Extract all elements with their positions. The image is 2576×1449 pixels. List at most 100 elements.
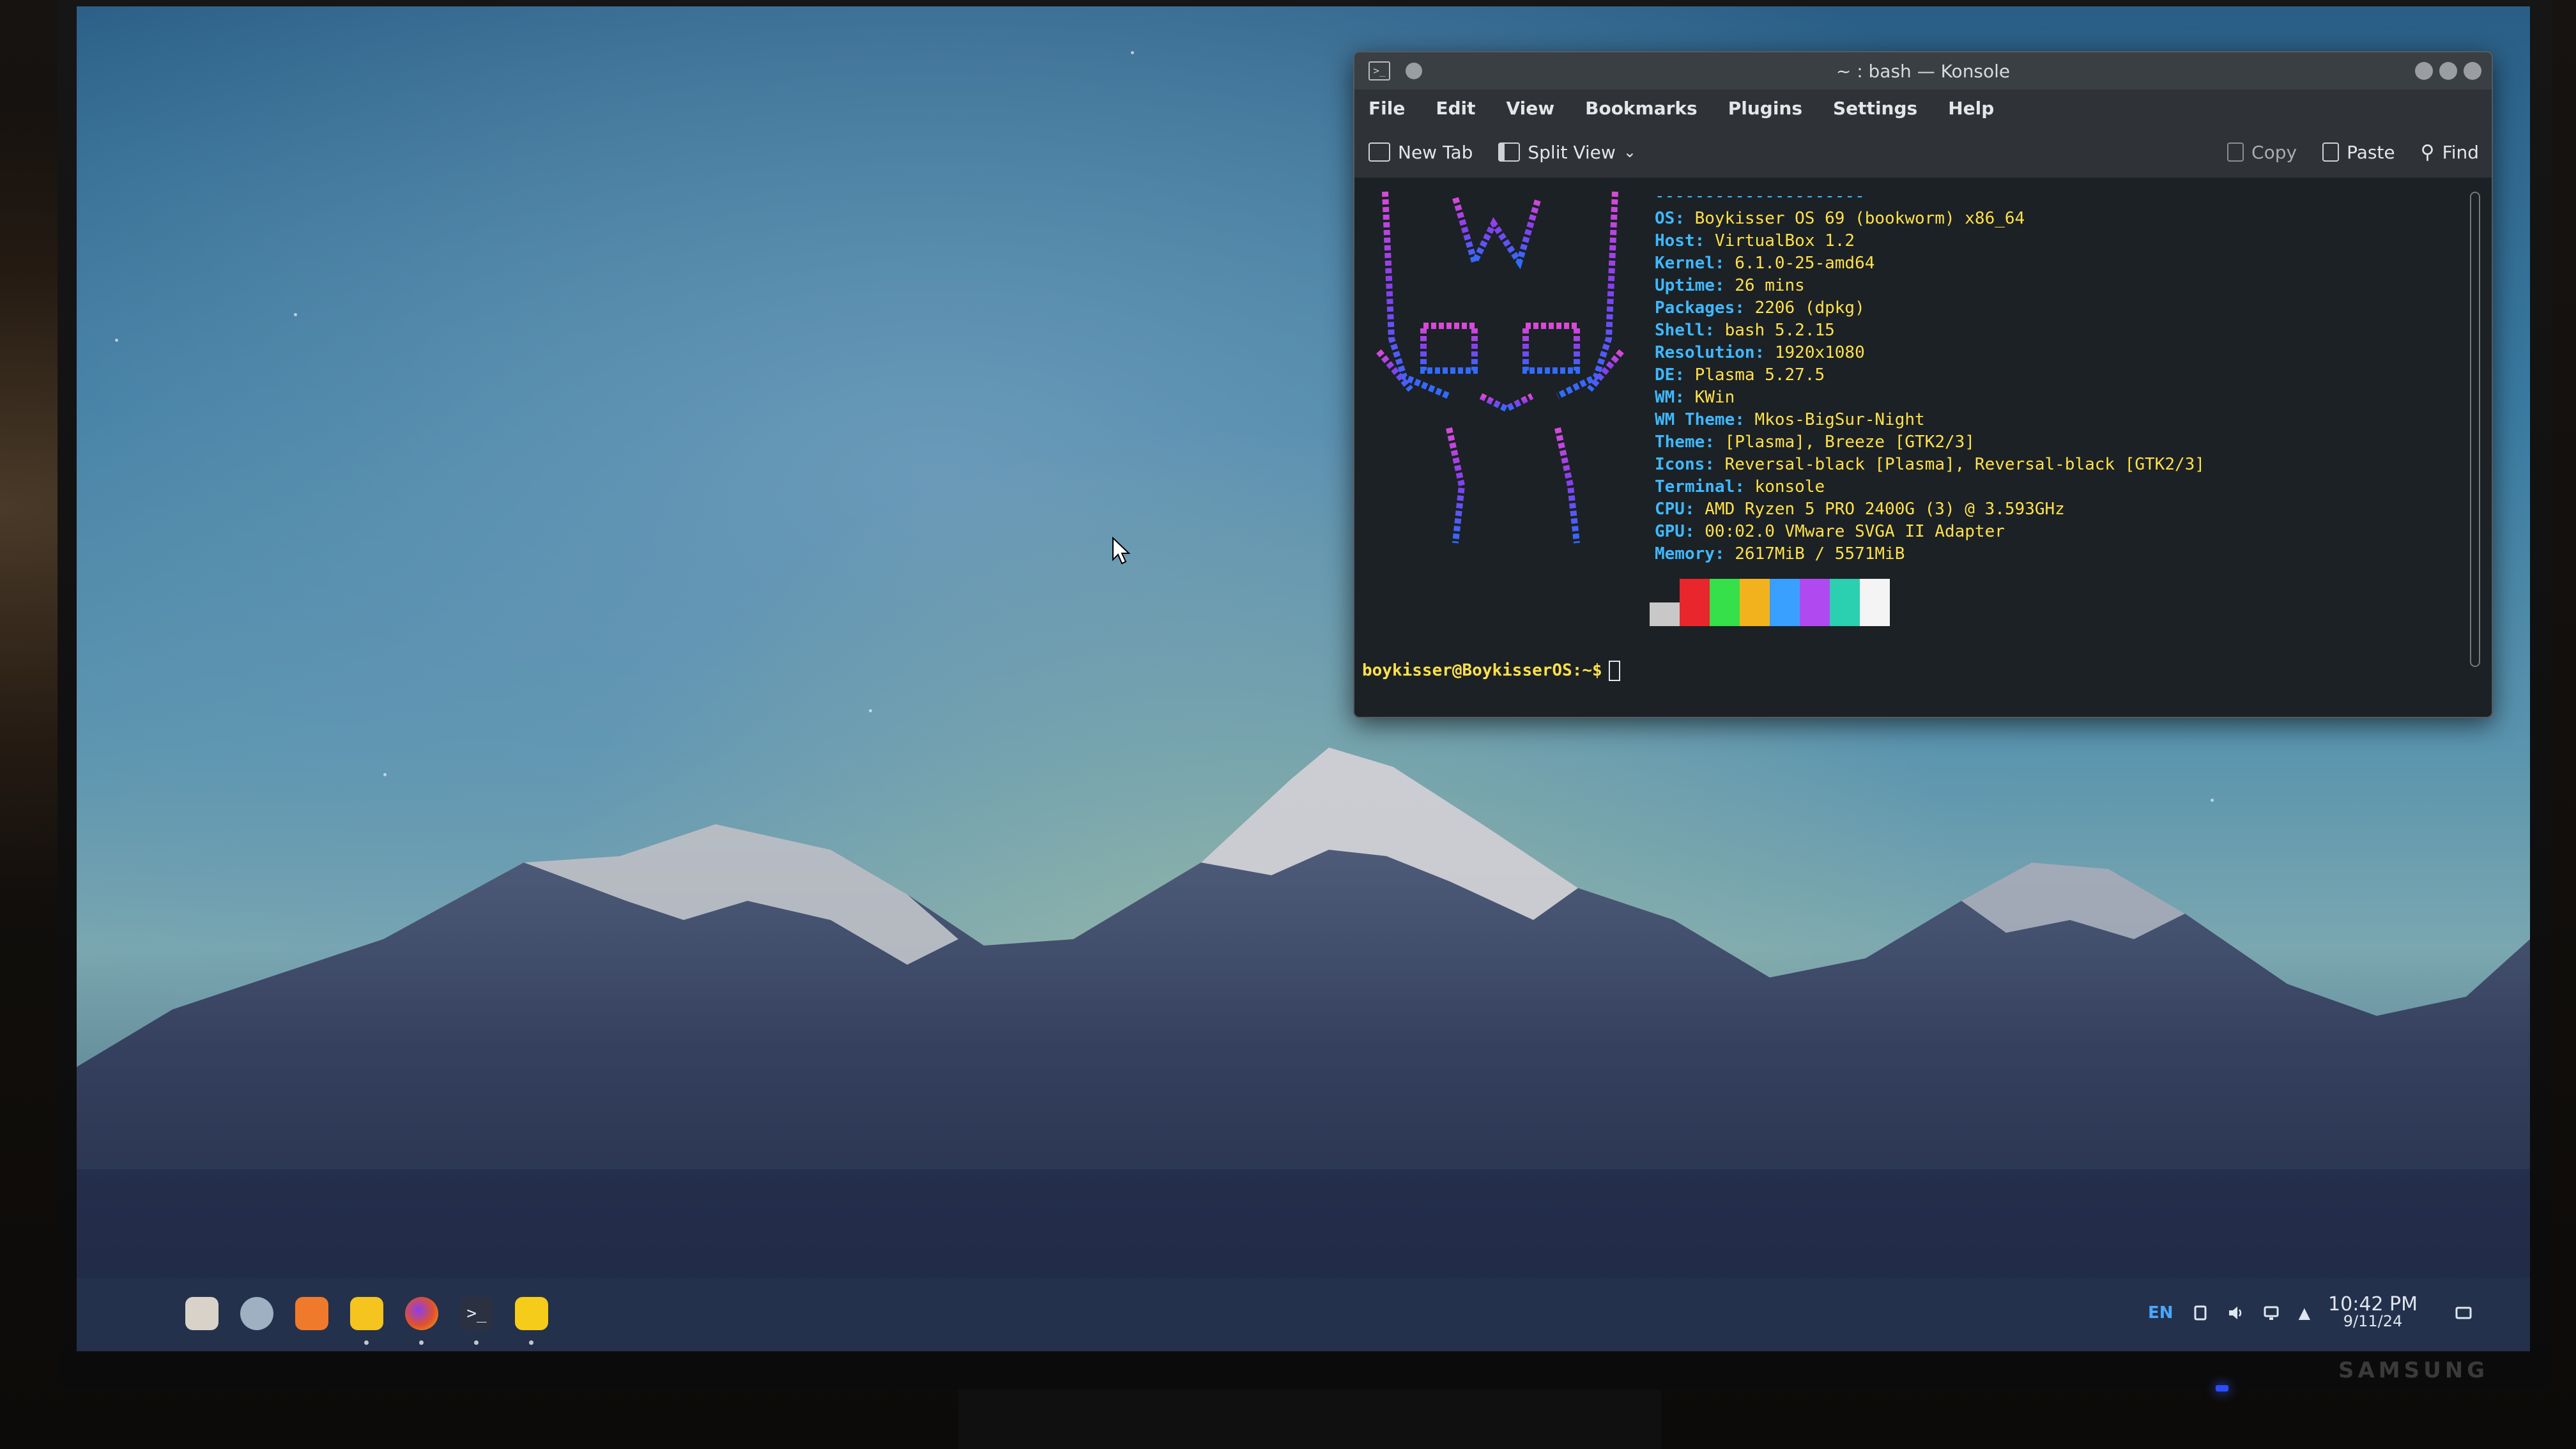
find-button[interactable]: ⚲ Find <box>2421 141 2479 164</box>
info-line: GPU: 00:02.0 VMware SVGA II Adapter <box>1655 521 2205 543</box>
info-colon: : <box>1735 298 1755 318</box>
maximize-button[interactable] <box>2439 62 2457 80</box>
split-view-icon <box>1498 142 1521 162</box>
notes-icon[interactable] <box>515 1297 548 1330</box>
info-colon: : <box>1705 455 1725 474</box>
info-key: Resolution <box>1655 343 1755 362</box>
firefox-icon[interactable] <box>405 1297 438 1330</box>
info-value: VirtualBox 1.2 <box>1714 231 1855 250</box>
window-title: ~ : bash — Konsole <box>1836 60 2011 82</box>
chevron-up-icon[interactable]: ▲ <box>2299 1304 2310 1322</box>
menu-edit[interactable]: Edit <box>1436 98 1475 119</box>
neofetch-info: --------------------- OS: Boykisser OS 69… <box>1655 185 2205 565</box>
split-view-label: Split View <box>1528 141 1616 163</box>
menu-help[interactable]: Help <box>1948 98 1994 119</box>
power-led <box>2216 1385 2228 1392</box>
system-tray: EN ▲ 10:42 PM 9/11/24 <box>2148 1291 2472 1335</box>
discover-store-icon[interactable] <box>295 1297 328 1330</box>
minimize-button[interactable] <box>2415 62 2433 80</box>
paste-button[interactable]: Paste <box>2322 142 2395 163</box>
info-line: WM: KWin <box>1655 387 2205 409</box>
info-line: WM Theme: Mkos-BigSur-Night <box>1655 409 2205 431</box>
star <box>115 339 118 342</box>
info-value: 2206 (dpkg) <box>1754 298 1865 318</box>
info-key: Terminal <box>1655 477 1735 496</box>
info-line: Icons: Reversal-black [Plasma], Reversal… <box>1655 454 2205 476</box>
info-value: 26 mins <box>1735 276 1805 295</box>
info-key: Uptime <box>1655 276 1715 295</box>
keyboard-layout-indicator[interactable]: EN <box>2148 1303 2174 1322</box>
terminal-view[interactable]: --------------------- OS: Boykisser OS 69… <box>1354 178 2492 717</box>
konsole-window[interactable]: >_ ~ : bash — Konsole File Edit View Boo… <box>1353 51 2493 718</box>
info-key: Kernel <box>1655 254 1715 273</box>
info-key: Packages <box>1655 298 1735 318</box>
find-label: Find <box>2442 141 2479 163</box>
toolbar-right: Copy Paste ⚲ Find <box>2227 126 2479 178</box>
paste-icon <box>2322 142 2340 162</box>
running-indicator <box>364 1340 369 1345</box>
info-key: CPU <box>1655 500 1685 519</box>
star <box>1131 51 1134 54</box>
terminal-icon[interactable]: >_ <box>460 1297 493 1330</box>
toolbar: New Tab Split View ⌄ Copy Paste ⚲ Find <box>1354 126 2492 179</box>
info-colon: : <box>1735 477 1755 496</box>
info-colon: : <box>1714 254 1735 273</box>
boykisser-logo-icon[interactable] <box>185 1297 218 1330</box>
info-value: konsole <box>1754 477 1825 496</box>
copy-icon <box>2227 142 2244 162</box>
info-key: GPU <box>1655 522 1685 541</box>
info-key: Shell <box>1655 321 1705 340</box>
scrollbar[interactable] <box>2470 192 2480 667</box>
menu-view[interactable]: View <box>1506 98 1554 119</box>
info-line: Resolution: 1920x1080 <box>1655 342 2205 364</box>
copy-button[interactable]: Copy <box>2227 142 2297 163</box>
info-value: 6.1.0-25-amd64 <box>1735 254 1875 273</box>
neofetch-separator: --------------------- <box>1655 187 1865 206</box>
volume-icon[interactable] <box>2227 1304 2245 1322</box>
info-line: Uptime: 26 mins <box>1655 275 2205 297</box>
clipboard-icon[interactable] <box>2191 1304 2209 1322</box>
close-button[interactable] <box>2464 62 2481 80</box>
new-tab-icon <box>1368 142 1390 162</box>
mouse-cursor <box>1112 537 1131 565</box>
running-indicator <box>529 1340 533 1345</box>
info-line: Theme: [Plasma], Breeze [GTK2/3] <box>1655 431 2205 454</box>
info-line: Host: VirtualBox 1.2 <box>1655 230 2205 252</box>
palette-swatch <box>1830 579 1860 626</box>
menu-plugins[interactable]: Plugins <box>1728 98 1802 119</box>
info-colon: : <box>1754 343 1775 362</box>
menu-settings[interactable]: Settings <box>1833 98 1917 119</box>
info-colon: : <box>1705 433 1725 452</box>
palette-swatch <box>1710 579 1740 626</box>
prompt-text: boykisser@BoykisserOS:~$ <box>1362 661 1602 680</box>
show-desktop-icon[interactable] <box>2455 1304 2472 1322</box>
info-value: Reversal-black [Plasma], Reversal-black … <box>1724 455 2205 474</box>
palette-swatch <box>1740 579 1770 626</box>
system-settings-icon[interactable] <box>240 1297 273 1330</box>
files-icon[interactable] <box>350 1297 383 1330</box>
star <box>294 313 297 316</box>
new-tab-button[interactable]: New Tab <box>1368 142 1473 163</box>
chevron-down-icon[interactable]: ⌄ <box>1623 143 1636 161</box>
titlebar[interactable]: >_ ~ : bash — Konsole <box>1354 52 2492 89</box>
split-view-button[interactable]: Split View ⌄ <box>1498 142 1636 163</box>
info-value: Plasma 5.27.5 <box>1694 365 1825 385</box>
clock-time: 10:42 PM <box>2328 1293 2418 1315</box>
color-palette <box>1650 579 1890 626</box>
shell-prompt[interactable]: boykisser@BoykisserOS:~$ <box>1362 661 1620 681</box>
copy-label: Copy <box>2251 141 2297 163</box>
info-line: Shell: bash 5.2.15 <box>1655 319 2205 342</box>
info-colon: : <box>1714 544 1735 564</box>
info-colon: : <box>1675 365 1695 385</box>
info-key: Memory <box>1655 544 1715 564</box>
info-colon: : <box>1694 231 1715 250</box>
network-icon[interactable] <box>2263 1304 2281 1322</box>
monitor-brand: SAMSUNG <box>2338 1358 2489 1383</box>
desktop: >_ ~ : bash — Konsole File Edit View Boo… <box>77 6 2530 1351</box>
palette-swatch <box>1650 602 1680 626</box>
info-key: Icons <box>1655 455 1705 474</box>
menu-bookmarks[interactable]: Bookmarks <box>1585 98 1698 119</box>
menu-file[interactable]: File <box>1368 98 1405 119</box>
boykisser-ascii-art <box>1376 191 1624 544</box>
clock[interactable]: 10:42 PM 9/11/24 <box>2328 1293 2418 1330</box>
